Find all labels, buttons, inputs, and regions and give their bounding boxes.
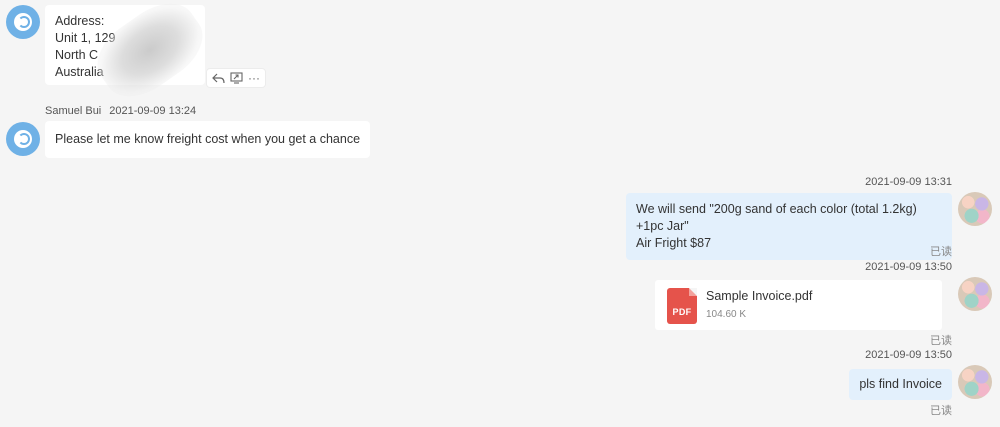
- more-options-icon[interactable]: ···: [246, 70, 262, 86]
- forward-icon[interactable]: [228, 70, 244, 86]
- file-size: 104.60 K: [706, 309, 747, 320]
- message-timestamp: 2021-09-09 13:24: [109, 105, 197, 117]
- read-status: 已读: [930, 335, 952, 347]
- message-timestamp: 2021-09-09 13:31: [865, 176, 952, 188]
- contact-avatar[interactable]: [6, 5, 40, 39]
- contact-avatar[interactable]: [6, 122, 40, 156]
- outgoing-message-bubble: We will send "200g sand of each color (t…: [626, 193, 952, 260]
- address-line: North C: [55, 48, 99, 62]
- user-avatar[interactable]: [958, 365, 992, 399]
- reply-icon[interactable]: [210, 70, 226, 86]
- pdf-icon-label: PDF: [672, 307, 692, 317]
- sender-info: Samuel Bui 2021-09-09 13:24: [45, 105, 196, 117]
- address-line: Unit 1, 129: [55, 31, 116, 45]
- address-line: Australia: [55, 65, 104, 79]
- message-actions: ···: [207, 69, 265, 87]
- file-attachment-card[interactable]: PDF Sample Invoice.pdf 104.60 K: [655, 280, 942, 330]
- user-avatar[interactable]: [958, 277, 992, 311]
- message-timestamp: 2021-09-09 13:50: [865, 349, 952, 361]
- read-status: 已读: [930, 246, 952, 258]
- file-name: Sample Invoice.pdf: [706, 289, 813, 303]
- user-avatar[interactable]: [958, 192, 992, 226]
- address-message-bubble: Address: Unit 1, 129 North C Australia: [45, 5, 205, 85]
- read-status: 已读: [930, 405, 952, 417]
- address-line: Address:: [55, 14, 105, 28]
- incoming-message-bubble: Please let me know freight cost when you…: [45, 121, 371, 158]
- sender-name: Samuel Bui: [45, 105, 102, 117]
- message-timestamp: 2021-09-09 13:50: [865, 261, 952, 273]
- message-line: We will send "200g sand of each color (t…: [636, 202, 917, 233]
- pdf-file-icon: PDF: [667, 288, 697, 324]
- outgoing-message-bubble: pls find Invoice: [849, 369, 952, 400]
- message-line: Air Fright $87: [636, 236, 712, 250]
